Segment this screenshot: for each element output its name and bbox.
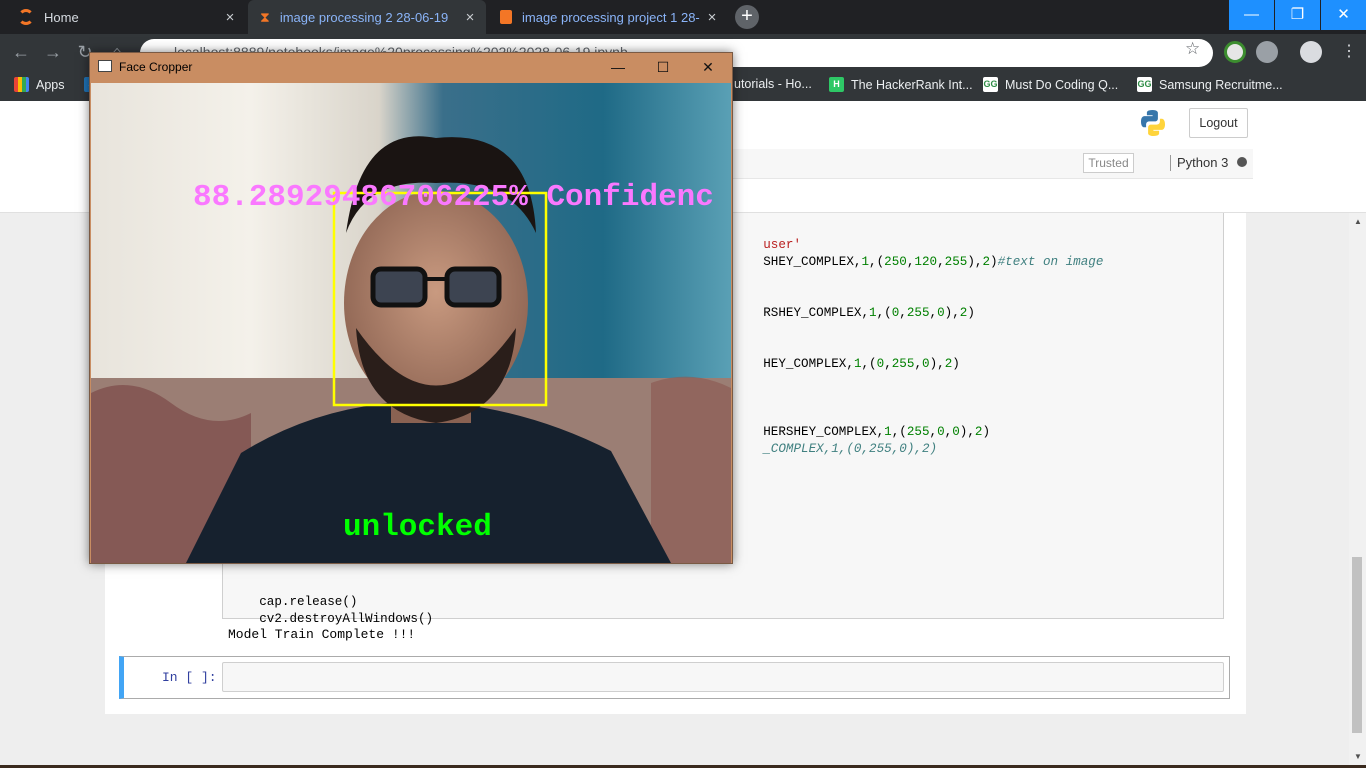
- profile-avatar-icon[interactable]: [1300, 41, 1322, 63]
- tab-home[interactable]: Home ×: [6, 0, 246, 34]
- cell-output: Model Train Complete !!!: [228, 627, 416, 642]
- confidence-label: 88.28929486706225% Confidenc: [193, 180, 714, 215]
- tab-title: image processing project 1 28-06: [522, 9, 700, 25]
- browser-close-button[interactable]: ✕: [1321, 0, 1366, 30]
- kernel-name: Python 3: [1170, 155, 1228, 171]
- bookmark-label: The HackerRank Int...: [851, 77, 973, 92]
- cell-input-area[interactable]: [222, 662, 1224, 692]
- menu-dots-icon[interactable]: ⋮: [1341, 41, 1357, 61]
- notebook-icon: [500, 10, 512, 24]
- jupyter-icon: [18, 9, 34, 25]
- extension-icon[interactable]: [1224, 41, 1246, 63]
- tab-title: image processing 2 28-06-19: [279, 9, 449, 25]
- window-maximize-button[interactable]: ☐: [641, 55, 685, 79]
- back-arrow-icon[interactable]: ←: [10, 42, 32, 64]
- geeksforgeeks-icon: GG: [983, 77, 998, 92]
- apps-grid-icon: [14, 77, 29, 92]
- bookmark-geeksforgeeks-1[interactable]: GG Must Do Coding Q...: [983, 77, 1118, 92]
- hourglass-icon: ⧗: [260, 8, 270, 25]
- kernel-status-indicator: [1237, 157, 1247, 167]
- globe-icon[interactable]: [1256, 41, 1278, 63]
- trusted-badge[interactable]: Trusted: [1083, 153, 1134, 173]
- input-prompt: In [ ]:: [162, 670, 217, 685]
- bookmark-tutorials[interactable]: utorials - Ho...: [734, 77, 812, 91]
- window-minimize-button[interactable]: —: [596, 55, 640, 79]
- bookmark-label: Apps: [36, 77, 65, 92]
- python-logo-icon: [1141, 110, 1165, 136]
- code-line: _COMPLEX,1,(0,255,0),2): [763, 442, 938, 456]
- browser-restore-button[interactable]: ❐: [1275, 0, 1320, 30]
- window-close-button[interactable]: ✕: [686, 55, 730, 79]
- code-line: RSHEY_COMPLEX,1,(0,255,0),2): [763, 306, 975, 320]
- scroll-down-arrow-icon[interactable]: ▼: [1350, 750, 1366, 764]
- window-title: Face Cropper: [119, 60, 193, 74]
- tab-image-processing-2[interactable]: ⧗ image processing 2 28-06-19 ×: [248, 0, 486, 34]
- tab-title: Home: [44, 9, 79, 25]
- new-tab-button[interactable]: +: [735, 5, 759, 29]
- unlock-status-label: unlocked: [343, 510, 492, 545]
- tab-image-processing-project-1[interactable]: image processing project 1 28-06 ×: [488, 0, 728, 34]
- scroll-up-arrow-icon[interactable]: ▲: [1350, 215, 1366, 229]
- bookmark-star-icon[interactable]: ☆: [1185, 39, 1200, 59]
- close-tab-icon[interactable]: ×: [700, 9, 724, 26]
- close-tab-icon[interactable]: ×: [458, 9, 482, 26]
- browser-minimize-button[interactable]: —: [1229, 0, 1274, 30]
- bookmark-geeksforgeeks-2[interactable]: GG Samsung Recruitme...: [1137, 77, 1283, 92]
- window-app-icon: [98, 60, 112, 72]
- camera-feed: 88.28929486706225% Confidenc unlocked: [91, 83, 731, 563]
- code-line: HEY_COMPLEX,1,(0,255,0),2): [763, 357, 960, 371]
- bookmark-label: Samsung Recruitme...: [1159, 77, 1283, 92]
- glasses-left: [370, 266, 428, 308]
- bookmark-hackerrank[interactable]: H The HackerRank Int...: [829, 77, 973, 92]
- bookmark-apps[interactable]: Apps: [14, 77, 65, 92]
- forward-arrow-icon[interactable]: →: [42, 42, 64, 64]
- code-line: SHEY_COMPLEX,1,(250,120,255),2)#text on …: [763, 255, 1104, 269]
- face-cropper-window[interactable]: Face Cropper — ☐ ✕ 88.28929486706225% Co…: [89, 52, 733, 564]
- scrollbar-thumb[interactable]: [1352, 557, 1362, 733]
- geeksforgeeks-icon: GG: [1137, 77, 1152, 92]
- close-tab-icon[interactable]: ×: [218, 9, 242, 26]
- logout-button[interactable]: Logout: [1189, 108, 1248, 138]
- hackerrank-icon: H: [829, 77, 844, 92]
- browser-tab-strip: Home × ⧗ image processing 2 28-06-19 × i…: [0, 0, 1366, 34]
- sofa-pattern: [651, 376, 731, 563]
- bookmark-label: Must Do Coding Q...: [1005, 77, 1119, 92]
- bookmark-label: utorials - Ho...: [734, 77, 812, 91]
- glasses-right: [444, 266, 502, 308]
